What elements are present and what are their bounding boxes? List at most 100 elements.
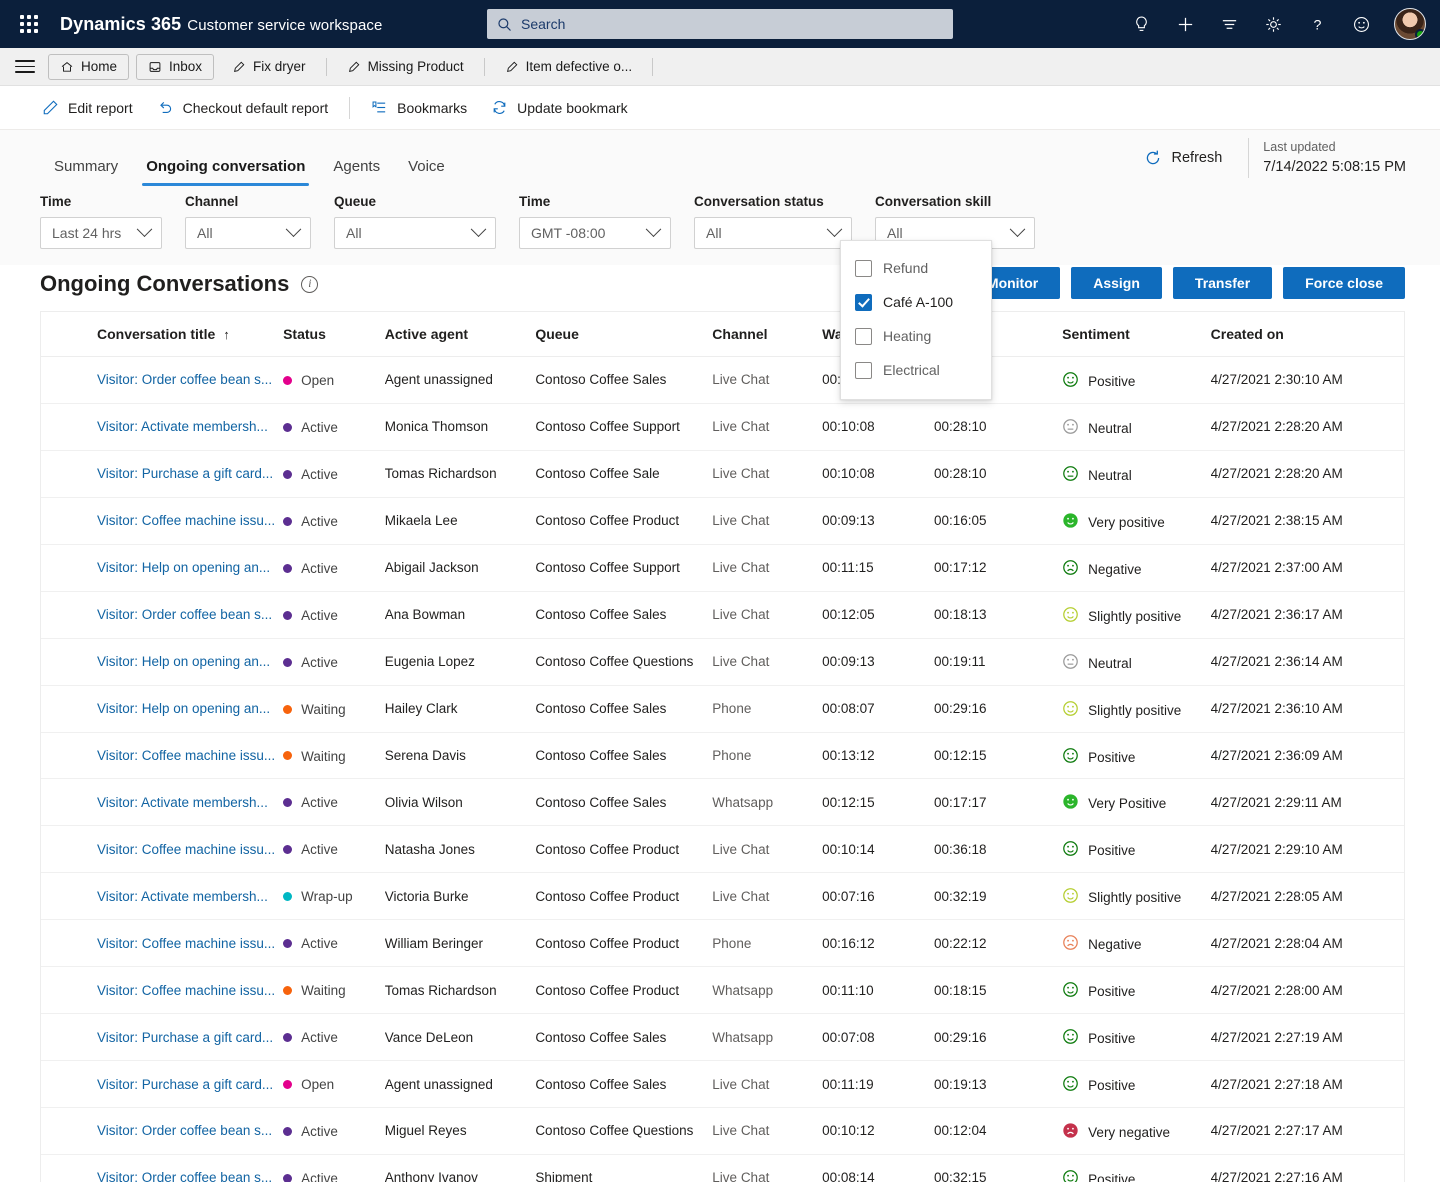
conversation-title-link[interactable]: Visitor: Help on opening an... <box>97 701 270 716</box>
help-icon[interactable]: ? <box>1306 13 1328 35</box>
conversation-title-link[interactable]: Visitor: Coffee machine issu... <box>97 513 275 528</box>
session-tab-home[interactable]: Home <box>48 53 130 80</box>
dropdown-option-cafe-a-100[interactable]: Café A-100 <box>841 285 991 319</box>
conversation-title-link[interactable]: Visitor: Coffee machine issu... <box>97 842 275 857</box>
conversation-title-link[interactable]: Visitor: Order coffee bean s... <box>97 607 272 622</box>
column-header-created-on[interactable]: Created on <box>1210 312 1404 357</box>
filter-icon[interactable] <box>1218 13 1240 35</box>
session-tab-item-defective[interactable]: Item defective o... <box>494 54 644 80</box>
force-close-button[interactable]: Force close <box>1283 267 1405 299</box>
cell-conversation-title[interactable]: Visitor: Help on opening an... <box>41 544 284 592</box>
cell-conversation-title[interactable]: Visitor: Coffee machine issu... <box>41 966 284 1015</box>
table-row[interactable]: Visitor: Purchase a gift card... Open Agen… <box>41 1060 1404 1108</box>
lightbulb-icon[interactable] <box>1130 13 1152 35</box>
smiley-icon[interactable] <box>1350 13 1372 35</box>
conversation-title-link[interactable]: Visitor: Coffee machine issu... <box>97 983 275 998</box>
filter-conversation-status-select[interactable]: All <box>694 217 852 249</box>
brand-title[interactable]: Dynamics 365 Customer service workspace <box>60 14 382 35</box>
table-row[interactable]: Visitor: Coffee machine issu... Active Nat… <box>41 825 1404 874</box>
hamburger-icon[interactable] <box>10 52 40 82</box>
dropdown-option-heating[interactable]: Heating <box>841 319 991 353</box>
table-row[interactable]: Visitor: Coffee machine issu... Waiting Se… <box>41 732 1404 780</box>
tab-ongoing-conversation[interactable]: Ongoing conversation <box>132 158 319 186</box>
cell-conversation-title[interactable]: Visitor: Activate membersh... <box>41 403 284 451</box>
table-row[interactable]: Visitor: Help on opening an... Waiting Hai… <box>41 685 1404 733</box>
column-header-conversation-title[interactable]: Conversation title ↑ <box>41 312 284 357</box>
session-tab-missing-product[interactable]: Missing Product <box>336 54 475 80</box>
conversation-title-link[interactable]: Visitor: Purchase a gift card... <box>97 1077 273 1092</box>
column-header-status[interactable]: Status <box>283 312 385 357</box>
column-header-queue[interactable]: Queue <box>535 312 713 357</box>
table-row[interactable]: Visitor: Activate membersh... Wrap-up Vict… <box>41 872 1404 921</box>
cell-conversation-title[interactable]: Visitor: Activate membersh... <box>41 872 284 921</box>
filter-timezone-select[interactable]: GMT -08:00 <box>519 217 671 249</box>
table-row[interactable]: Visitor: Purchase a gift card... Active To… <box>41 450 1404 498</box>
tab-voice[interactable]: Voice <box>394 158 459 186</box>
cell-conversation-title[interactable]: Visitor: Purchase a gift card... <box>41 1013 284 1062</box>
checkbox-icon[interactable] <box>855 259 872 277</box>
cell-conversation-title[interactable]: Visitor: Order coffee bean s... <box>41 591 284 639</box>
table-row[interactable]: Visitor: Help on opening an... Active Abig… <box>41 544 1404 592</box>
column-header-channel[interactable]: Channel <box>712 312 823 357</box>
table-row[interactable]: Visitor: Help on opening an... Active Euge… <box>41 638 1404 686</box>
conversation-title-link[interactable]: Visitor: Help on opening an... <box>97 560 270 575</box>
cell-conversation-title[interactable]: Visitor: Order coffee bean s... <box>41 1154 284 1182</box>
table-row[interactable]: Visitor: Order coffee bean s... Active Ana… <box>41 591 1404 639</box>
bookmarks-button[interactable]: Bookmarks <box>359 92 479 124</box>
cell-conversation-title[interactable]: Visitor: Help on opening an... <box>41 638 284 686</box>
session-tab-fix-dryer[interactable]: Fix dryer <box>221 54 317 80</box>
table-row[interactable]: Visitor: Purchase a gift card... Active Va… <box>41 1013 1404 1062</box>
assign-button[interactable]: Assign <box>1071 267 1162 299</box>
conversation-title-link[interactable]: Visitor: Coffee machine issu... <box>97 936 275 951</box>
refresh-button[interactable]: Refresh <box>1132 143 1235 173</box>
table-row[interactable]: Visitor: Activate membersh... Active Olivi… <box>41 778 1404 827</box>
conversation-title-link[interactable]: Visitor: Order coffee bean s... <box>97 372 272 387</box>
conversation-title-link[interactable]: Visitor: Help on opening an... <box>97 654 270 669</box>
cell-conversation-title[interactable]: Visitor: Coffee machine issu... <box>41 919 284 968</box>
gear-icon[interactable] <box>1262 13 1284 35</box>
dropdown-option-refund[interactable]: Refund <box>841 251 991 285</box>
search-input[interactable]: Search <box>487 9 953 39</box>
table-row[interactable]: Visitor: Order coffee bean s... Active Ant… <box>41 1154 1404 1182</box>
column-header-sentiment[interactable]: Sentiment <box>1062 312 1211 357</box>
conversation-title-link[interactable]: Visitor: Order coffee bean s... <box>97 1170 272 1182</box>
table-row[interactable]: Visitor: Activate membersh... Active Monic… <box>41 403 1404 451</box>
cell-conversation-title[interactable]: Visitor: Purchase a gift card... <box>41 1060 284 1108</box>
checkout-default-report-button[interactable]: Checkout default report <box>145 92 341 124</box>
filter-queue-select[interactable]: All <box>334 217 496 249</box>
app-launcher-icon[interactable] <box>14 9 44 39</box>
table-row[interactable]: Visitor: Coffee machine issu... Active Wil… <box>41 919 1404 968</box>
dropdown-option-electrical[interactable]: Electrical <box>841 353 991 387</box>
conversation-title-link[interactable]: Visitor: Coffee machine issu... <box>97 748 275 763</box>
table-row[interactable]: Visitor: Order coffee bean s... Active Mig… <box>41 1107 1404 1155</box>
conversation-title-link[interactable]: Visitor: Activate membersh... <box>97 419 268 434</box>
cell-conversation-title[interactable]: Visitor: Coffee machine issu... <box>41 825 284 874</box>
filter-time-range-select[interactable]: Last 24 hrs <box>40 217 162 249</box>
cell-conversation-title[interactable]: Visitor: Order coffee bean s... <box>41 356 284 404</box>
conversation-title-link[interactable]: Visitor: Purchase a gift card... <box>97 1030 273 1045</box>
cell-conversation-title[interactable]: Visitor: Purchase a gift card... <box>41 450 284 498</box>
cell-conversation-title[interactable]: Visitor: Coffee machine issu... <box>41 732 284 780</box>
checkbox-icon[interactable] <box>855 327 872 345</box>
conversation-title-link[interactable]: Visitor: Order coffee bean s... <box>97 1123 272 1138</box>
edit-report-button[interactable]: Edit report <box>30 92 145 124</box>
avatar[interactable] <box>1394 8 1426 40</box>
conversation-title-link[interactable]: Visitor: Purchase a gift card... <box>97 466 273 481</box>
cell-conversation-title[interactable]: Visitor: Help on opening an... <box>41 685 284 733</box>
info-icon[interactable]: i <box>301 275 319 293</box>
tab-summary[interactable]: Summary <box>40 158 132 186</box>
update-bookmark-button[interactable]: Update bookmark <box>479 92 640 124</box>
tab-agents[interactable]: Agents <box>319 158 394 186</box>
table-row[interactable]: Visitor: Order coffee bean s... Open Agent… <box>41 356 1404 404</box>
table-row[interactable]: Visitor: Coffee machine issu... Waiting To… <box>41 966 1404 1015</box>
filter-channel-select[interactable]: All <box>185 217 311 249</box>
cell-conversation-title[interactable]: Visitor: Coffee machine issu... <box>41 497 284 545</box>
checkbox-icon[interactable] <box>855 361 872 379</box>
transfer-button[interactable]: Transfer <box>1172 267 1273 299</box>
checkbox-checked-icon[interactable] <box>855 293 872 311</box>
column-header-active-agent[interactable]: Active agent <box>384 312 536 357</box>
session-tab-inbox[interactable]: Inbox <box>136 53 215 80</box>
plus-icon[interactable] <box>1174 13 1196 35</box>
cell-conversation-title[interactable]: Visitor: Order coffee bean s... <box>41 1107 284 1155</box>
cell-conversation-title[interactable]: Visitor: Activate membersh... <box>41 778 284 827</box>
